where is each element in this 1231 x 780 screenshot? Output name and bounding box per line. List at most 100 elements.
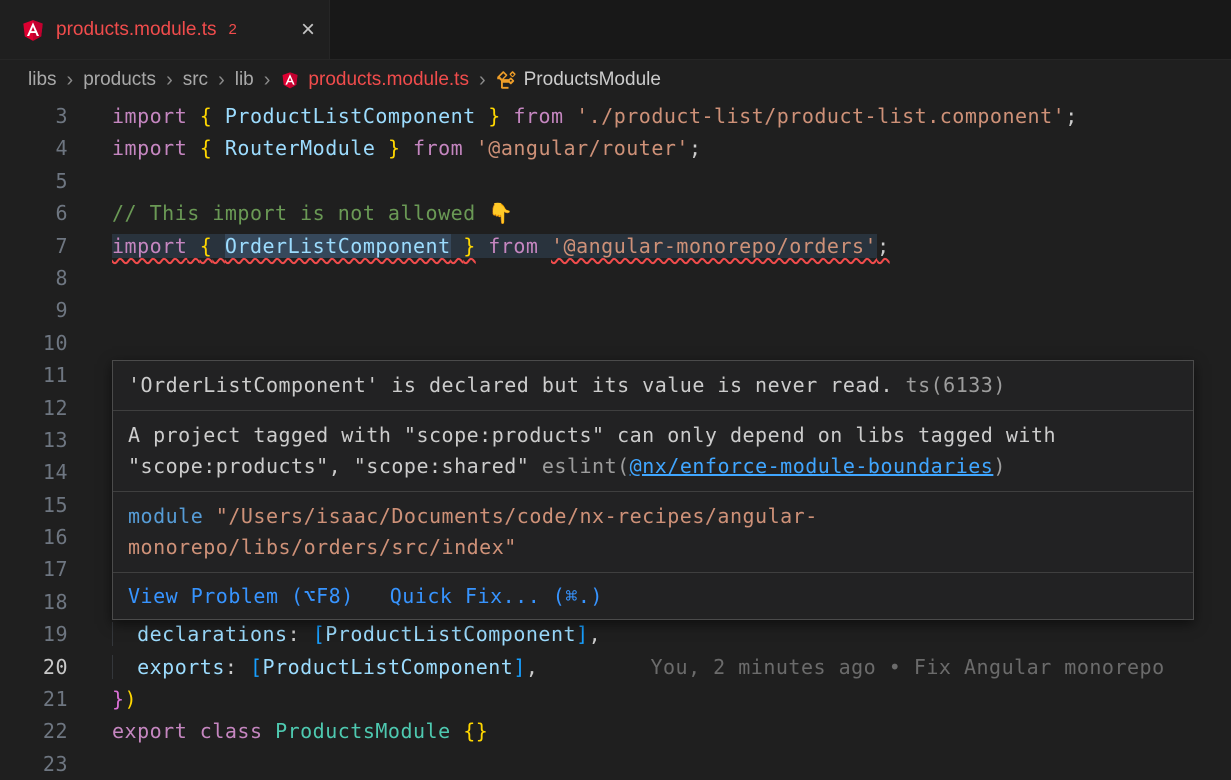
angular-file-icon: [280, 70, 300, 90]
code-token: [: [313, 622, 326, 646]
module-path-line1: "/Users/isaac/Documents/code/nx-recipes/…: [203, 504, 818, 528]
code-token: declarations: [137, 622, 288, 646]
breadcrumb-symbol-label: ProductsModule: [524, 69, 661, 91]
breadcrumb-item-libs[interactable]: libs: [28, 69, 57, 91]
module-path-line2: monorepo/libs/orders/src/index": [128, 535, 517, 559]
line-number[interactable]: 12: [0, 392, 68, 424]
code-token: [187, 719, 200, 743]
line-number[interactable]: 14: [0, 456, 68, 488]
line-number[interactable]: 17: [0, 553, 68, 585]
code-text[interactable]: export class ProductsModule {}: [112, 719, 488, 743]
breadcrumb-item-src[interactable]: src: [183, 69, 208, 91]
indent-guide: [112, 622, 137, 646]
code-text[interactable]: }): [112, 687, 137, 711]
eslint-source-close: ): [993, 454, 1006, 478]
breadcrumb-file-label: products.module.ts: [308, 69, 469, 91]
line-number[interactable]: 10: [0, 327, 68, 359]
view-problem-link[interactable]: View Problem (⌥F8): [128, 581, 354, 611]
line-number[interactable]: 19: [0, 618, 68, 650]
eslint-rule-link[interactable]: @nx/enforce-module-boundaries: [630, 454, 994, 478]
line-number[interactable]: 21: [0, 683, 68, 715]
line-number[interactable]: 11: [0, 359, 68, 391]
chevron-right-icon: ›: [166, 69, 173, 92]
line-number[interactable]: 20: [0, 651, 68, 683]
code-editor[interactable]: 3 import { ProductListComponent } from '.…: [0, 100, 1231, 780]
module-keyword: module: [128, 504, 203, 528]
eslint-error-line2: "scope:products", "scope:shared": [128, 454, 542, 478]
breadcrumb-item-symbol[interactable]: ProductsModule: [496, 69, 661, 91]
code-token: ProductListComponent: [263, 655, 514, 679]
line-number[interactable]: 3: [0, 100, 68, 132]
code-token: [463, 136, 476, 160]
breadcrumb-item-file[interactable]: products.module.ts: [280, 69, 469, 91]
code-text[interactable]: import { OrderListComponent } from '@ang…: [112, 234, 890, 258]
code-token: exports: [137, 655, 225, 679]
quick-fix-link[interactable]: Quick Fix... (⌘.): [390, 581, 603, 611]
code-line[interactable]: 21}): [0, 683, 1231, 715]
code-token: [187, 234, 200, 258]
code-token: [: [250, 655, 263, 679]
code-text[interactable]: import { ProductListComponent } from './…: [112, 104, 1078, 128]
chevron-right-icon: ›: [479, 69, 486, 92]
line-number[interactable]: 4: [0, 132, 68, 164]
code-text[interactable]: import { RouterModule } from '@angular/r…: [112, 136, 702, 160]
code-line[interactable]: 8: [0, 262, 1231, 294]
code-token: ,: [526, 655, 539, 679]
line-number[interactable]: 6: [0, 197, 68, 229]
line-number[interactable]: 7: [0, 230, 68, 262]
code-token: '@angular/router': [476, 136, 689, 160]
line-number[interactable]: 22: [0, 715, 68, 747]
code-token: from: [413, 136, 463, 160]
tab-close-icon[interactable]: ×: [301, 18, 315, 42]
indent-guide: [112, 655, 137, 679]
code-token: // This import is not allowed: [112, 201, 488, 225]
code-text[interactable]: exports: [ProductListComponent],: [112, 655, 538, 679]
code-line[interactable]: 10: [0, 327, 1231, 359]
hover-ts-message: 'OrderListComponent' is declared but its…: [113, 361, 1193, 411]
line-number[interactable]: 5: [0, 165, 68, 197]
code-line[interactable]: 9: [0, 294, 1231, 326]
code-token: [451, 234, 464, 258]
hover-eslint-message: A project tagged with "scope:products" c…: [113, 411, 1193, 492]
code-token: class: [200, 719, 263, 743]
code-token: [476, 234, 489, 258]
line-number[interactable]: 13: [0, 424, 68, 456]
line-number[interactable]: 9: [0, 294, 68, 326]
line-number[interactable]: 16: [0, 521, 68, 553]
code-line[interactable]: 5: [0, 165, 1231, 197]
breadcrumb: libs › products › src › lib › products.m…: [0, 60, 1231, 100]
code-text[interactable]: declarations: [ProductListComponent],: [112, 622, 601, 646]
line-number[interactable]: 8: [0, 262, 68, 294]
code-token: [476, 104, 489, 128]
code-line[interactable]: 4 import { RouterModule } from '@angular/…: [0, 132, 1231, 164]
code-token: [564, 104, 577, 128]
line-number[interactable]: 23: [0, 748, 68, 780]
code-text[interactable]: // This import is not allowed 👇: [112, 201, 514, 225]
code-line[interactable]: 6 // This import is not allowed 👇: [0, 197, 1231, 229]
ts-error-code: ts(6133): [906, 373, 1006, 397]
code-token: }: [112, 687, 125, 711]
breadcrumb-item-lib[interactable]: lib: [235, 69, 254, 91]
code-token: import: [112, 136, 187, 160]
tab-products-module[interactable]: products.module.ts 2 ×: [0, 0, 330, 59]
code-line[interactable]: 23: [0, 748, 1231, 780]
ts-error-text: 'OrderListComponent' is declared but its…: [128, 373, 906, 397]
code-token: export: [112, 719, 187, 743]
eslint-source-open: eslint(: [542, 454, 630, 478]
chevron-right-icon: ›: [218, 69, 225, 92]
code-line[interactable]: 20 exports: [ProductListComponent],You, …: [0, 651, 1231, 683]
line-number[interactable]: 15: [0, 489, 68, 521]
code-token: from: [488, 234, 538, 258]
line-number[interactable]: 18: [0, 586, 68, 618]
code-token: :: [225, 655, 250, 679]
chevron-right-icon: ›: [67, 69, 74, 92]
code-line[interactable]: 7 import { OrderListComponent } from '@an…: [0, 230, 1231, 262]
code-token: [212, 104, 225, 128]
code-token: }: [388, 136, 401, 160]
angular-file-icon: [20, 17, 46, 43]
code-line[interactable]: 3 import { ProductListComponent } from '.…: [0, 100, 1231, 132]
code-line[interactable]: 22 export class ProductsModule {}: [0, 715, 1231, 747]
code-token: ProductsModule: [275, 719, 451, 743]
code-line[interactable]: 19 declarations: [ProductListComponent],: [0, 618, 1231, 650]
breadcrumb-item-products[interactable]: products: [83, 69, 156, 91]
